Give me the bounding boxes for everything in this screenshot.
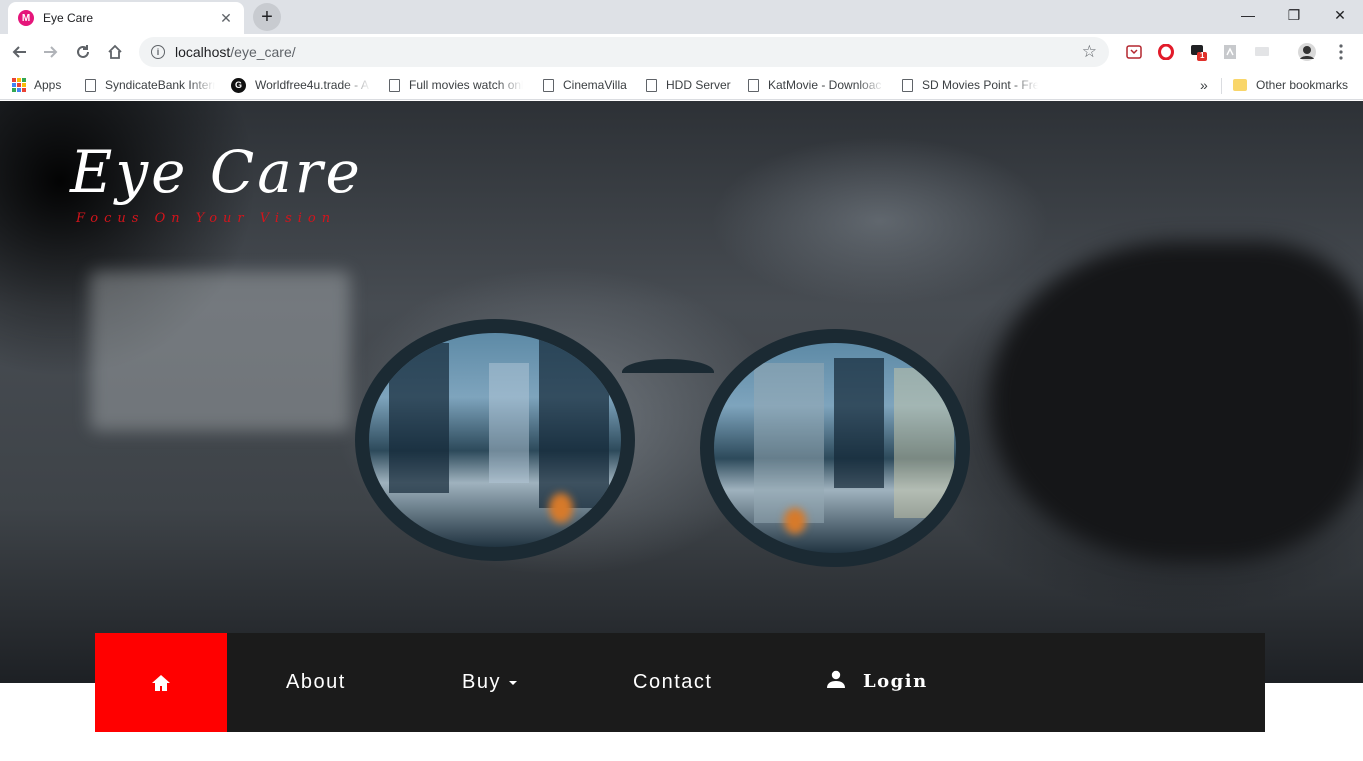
bookmark-item[interactable]: Full movies watch onl	[389, 75, 523, 95]
bookmark-item[interactable]: SyndicateBank Interne	[85, 75, 215, 95]
window-close-button[interactable]: ✕	[1317, 0, 1363, 30]
extension-badge: 1	[1200, 51, 1205, 60]
page-icon	[543, 78, 554, 92]
nav-buy-label: Buy	[462, 671, 501, 693]
extension-with-badge-icon[interactable]: 1	[1188, 42, 1208, 62]
site-logo-title[interactable]: Eye Care	[70, 138, 363, 206]
right-lens	[700, 329, 970, 567]
url-path: /eye_care/	[230, 44, 296, 60]
bookmark-item[interactable]: G Worldfree4u.trade - A	[231, 75, 371, 95]
nav-login[interactable]: Login	[827, 670, 928, 693]
restore-button[interactable]: ❐	[1271, 0, 1317, 30]
bookmark-label: Full movies watch onl	[409, 78, 523, 92]
site-favicon-icon: M	[18, 10, 34, 26]
bookmark-item[interactable]: CinemaVilla	[543, 75, 627, 95]
bookmark-label: SD Movies Point - Fre	[922, 78, 1038, 92]
url-host: localhost	[175, 44, 231, 60]
page-icon	[748, 78, 759, 92]
bookmark-label: KatMovie - Downloac	[768, 78, 882, 92]
left-lens	[355, 319, 635, 561]
bookmark-item[interactable]: KatMovie - Downloac	[748, 75, 884, 95]
nav-about[interactable]: About	[286, 671, 346, 694]
apps-grid-icon	[12, 78, 26, 92]
screen-extension-icon[interactable]	[1252, 42, 1272, 62]
bookmark-apps[interactable]: Apps	[12, 75, 61, 95]
forward-button[interactable]	[37, 38, 65, 66]
bookmark-label: Worldfree4u.trade - A	[255, 78, 369, 92]
url-text: localhost/eye_care/	[175, 44, 1082, 60]
bookmarks-overflow-button[interactable]: »	[1200, 75, 1208, 95]
glasses-bridge	[622, 359, 714, 385]
bookmark-label: SyndicateBank Interne	[105, 78, 215, 92]
bookmark-label: HDD Server	[666, 78, 731, 92]
minimize-button[interactable]: —	[1225, 0, 1271, 30]
bookmark-label: Other bookmarks	[1256, 78, 1349, 92]
caret-down-icon	[508, 680, 517, 685]
nav-contact[interactable]: Contact	[633, 671, 712, 694]
tab-title: Eye Care	[43, 11, 94, 25]
bookmarks-bar: Apps SyndicateBank Interne G Worldfree4u…	[0, 70, 1363, 100]
page-icon	[646, 78, 657, 92]
back-button[interactable]	[5, 38, 33, 66]
site-logo-tagline: Focus On Your Vision	[76, 211, 337, 226]
user-icon	[827, 670, 845, 688]
nav-login-label: Login	[863, 671, 928, 692]
page-icon	[902, 78, 913, 92]
other-bookmarks[interactable]: Other bookmarks	[1233, 75, 1348, 95]
forward-arrow-icon	[44, 46, 58, 58]
back-arrow-icon	[12, 46, 26, 58]
browser-tabstrip: M Eye Care ✕ + — ❐ ✕	[0, 0, 1363, 34]
menu-kebab-icon[interactable]	[1331, 42, 1351, 62]
address-bar[interactable]: i localhost/eye_care/ ☆	[139, 37, 1109, 67]
folder-icon	[1233, 79, 1247, 91]
page-icon	[85, 78, 96, 92]
house-outline-icon	[108, 44, 122, 59]
bookmark-label: Apps	[34, 78, 62, 92]
profile-avatar[interactable]	[1297, 42, 1317, 62]
main-navbar: About Buy Contact Login	[95, 633, 1265, 732]
pdf-extension-icon[interactable]	[1220, 42, 1240, 62]
bookmark-label: CinemaVilla	[563, 78, 627, 92]
page-icon	[389, 78, 400, 92]
browser-tab[interactable]: M Eye Care ✕	[8, 2, 244, 34]
site-info-icon[interactable]: i	[151, 45, 165, 59]
home-button[interactable]	[101, 38, 129, 66]
browser-toolbar: i localhost/eye_care/ ☆ 1	[0, 34, 1363, 70]
nav-home-button[interactable]	[95, 633, 227, 732]
reload-icon	[77, 45, 89, 58]
bookmarks-divider	[1221, 78, 1222, 94]
bookmark-item[interactable]: SD Movies Point - Fre	[902, 75, 1038, 95]
bookmark-star-icon[interactable]: ☆	[1082, 42, 1097, 62]
nav-buy-dropdown[interactable]: Buy	[462, 671, 517, 694]
tab-close-icon[interactable]: ✕	[218, 10, 234, 26]
new-tab-button[interactable]: +	[253, 3, 281, 31]
background-blur	[90, 271, 350, 431]
reload-button[interactable]	[69, 38, 97, 66]
g-site-icon: G	[231, 77, 246, 93]
hand-shape	[990, 241, 1363, 561]
opera-extension-icon[interactable]	[1156, 42, 1176, 62]
bookmark-item[interactable]: HDD Server	[646, 75, 731, 95]
home-icon	[152, 674, 170, 691]
pocket-extension-icon[interactable]	[1124, 42, 1144, 62]
